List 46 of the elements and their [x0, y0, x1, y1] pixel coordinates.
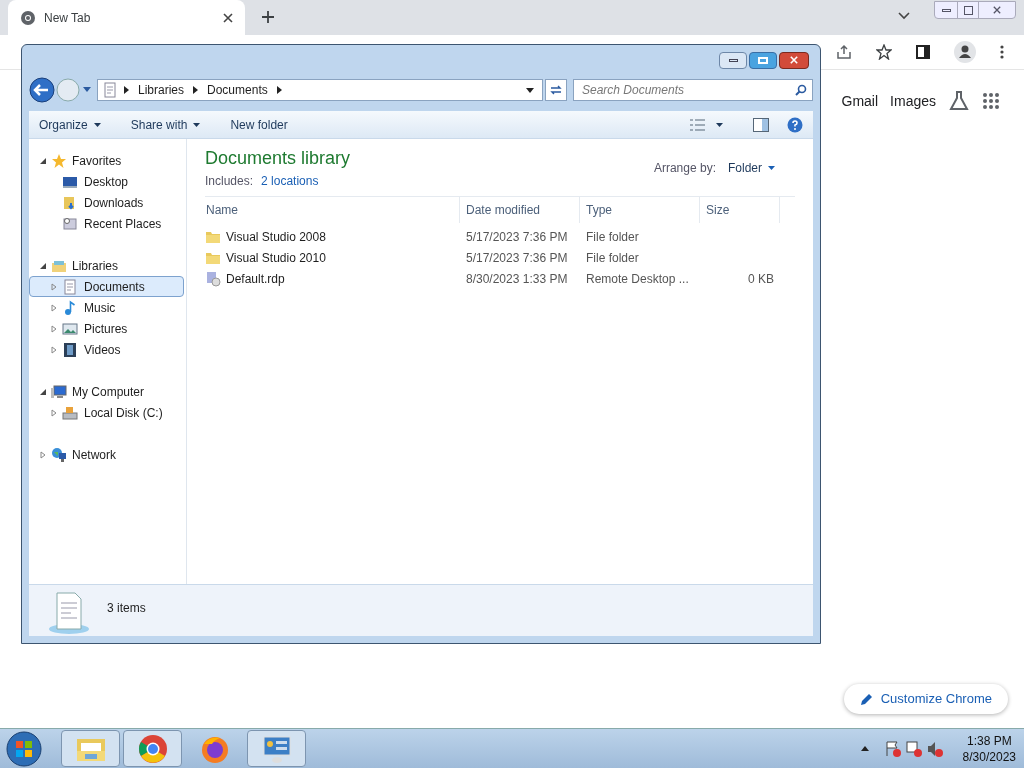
nav-item[interactable]: Local Disk (C:) [29, 402, 184, 423]
command-button[interactable]: Share with [130, 115, 201, 134]
nav-group[interactable]: My Computer [29, 381, 186, 402]
type-cell-text: Remote Desktop ... [585, 270, 690, 288]
library-title: Documents library [205, 147, 351, 170]
file-name[interactable]: Visual Studio 2008 [226, 227, 326, 246]
column-header[interactable]: Name [205, 197, 460, 223]
tab-title: New Tab [44, 9, 92, 27]
nav-group[interactable]: Favorites [29, 150, 186, 171]
date-cell-text: 5/17/2023 7:36 PM [465, 249, 569, 267]
nav-item[interactable]: Videos [29, 339, 184, 360]
arrange-label: Arrange by: [653, 160, 716, 177]
command-button[interactable]: New folder [230, 115, 288, 134]
nav-item[interactable]: Music [29, 297, 184, 318]
breadcrumb-item[interactable]: Documents [204, 81, 271, 99]
customize-chrome-button[interactable]: Customize Chrome [843, 684, 1008, 714]
item-count: 3 items [107, 600, 146, 617]
nav-item[interactable]: Recent Places [29, 213, 184, 234]
nav-group[interactable]: Network [29, 444, 186, 465]
clock-time[interactable]: 1:38 PM [966, 732, 1012, 749]
column-header[interactable]: Date modified [460, 197, 580, 223]
type-cell-text: File folder [585, 228, 640, 246]
browser-tab[interactable]: New Tab [8, 0, 245, 35]
nav-item[interactable]: Downloads [29, 192, 184, 213]
address-bar[interactable]: Libraries Documents [97, 79, 543, 101]
images-link[interactable]: Images [890, 90, 936, 112]
date-cell-text: 8/30/2023 1:33 PM [465, 270, 569, 288]
nav-item[interactable]: Documents [29, 276, 184, 297]
arrange-dropdown[interactable]: Folder [728, 159, 775, 177]
breadcrumb-item[interactable]: Libraries [135, 81, 188, 99]
column-header[interactable]: Type [580, 197, 700, 223]
search-field[interactable]: Search Documents [573, 79, 813, 101]
file-name[interactable]: Default.rdp [226, 269, 285, 288]
date-cell-text: 5/17/2023 7:36 PM [465, 228, 569, 246]
includes-label: Includes: [205, 173, 254, 190]
gmail-link[interactable]: Gmail [841, 90, 879, 112]
nav-item[interactable]: Desktop [29, 171, 184, 192]
column-header[interactable]: Size [700, 197, 780, 223]
clock-date[interactable]: 8/30/2023 [962, 748, 1016, 765]
file-name[interactable]: Visual Studio 2010 [226, 248, 326, 267]
command-button[interactable]: Organize [39, 115, 101, 134]
type-cell-text: File folder [585, 249, 640, 267]
size-cell-text: 0 KB [748, 270, 774, 288]
nav-item[interactable]: Pictures [29, 318, 184, 339]
nav-group[interactable]: Libraries [29, 255, 186, 276]
locations-link[interactable]: 2 locations [261, 172, 319, 190]
